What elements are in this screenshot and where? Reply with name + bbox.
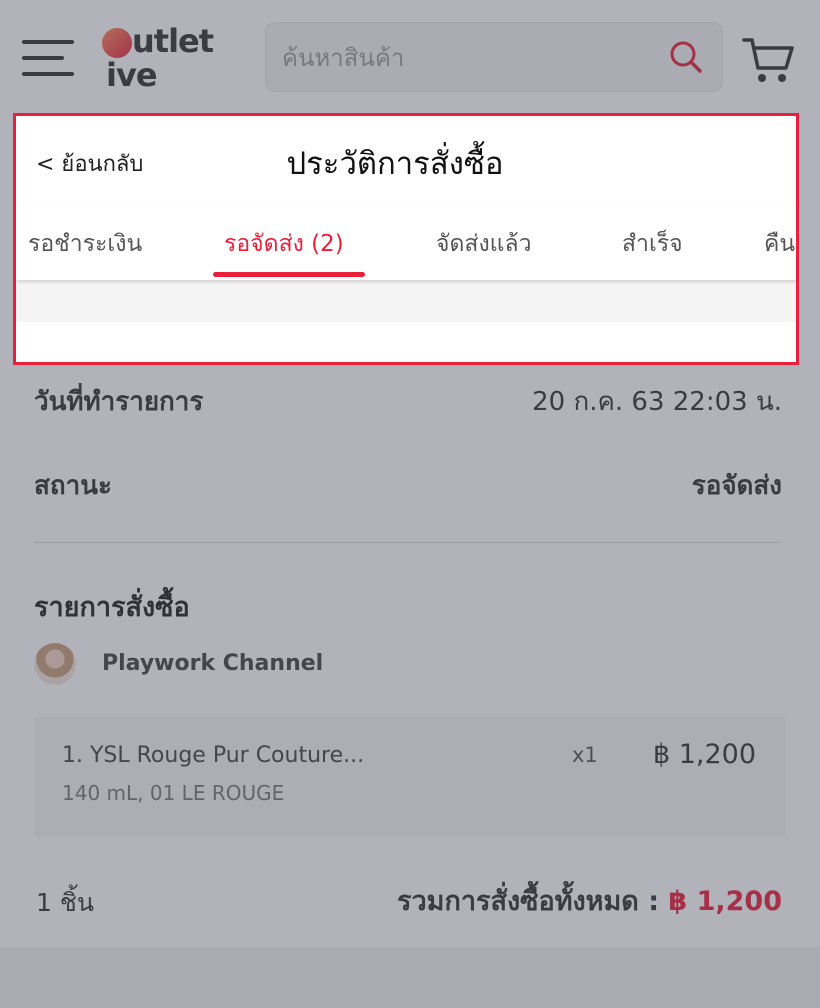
logo-dot [102, 28, 132, 58]
logo-text-bottom: ive [106, 56, 158, 94]
tab-pending-shipment[interactable]: รอจัดส่ง (2) [224, 226, 344, 262]
search-bar [265, 22, 723, 92]
order-item[interactable]: 1. YSL Rouge Pur Couture... 140 mL, 01 L… [34, 717, 786, 837]
order-items-title: รายการสั่งซื้อ [34, 592, 190, 623]
hamburger-menu-icon[interactable] [22, 40, 74, 76]
logo-text-top: utlet [132, 22, 214, 60]
order-status-tabs: รอชำระเงิน รอจัดส่ง (2) จัดส่งแล้ว สำเร็… [16, 202, 796, 280]
tab-shipped[interactable]: จัดส่งแล้ว [436, 226, 532, 262]
item-quantity: x1 [572, 743, 598, 767]
order-status-value: รอจัดส่ง [691, 471, 782, 501]
back-button[interactable]: < ย้อนกลับ [36, 146, 143, 181]
order-total: รวมการสั่งซื้อทั้งหมด : ฿ 1,200 [397, 879, 782, 922]
order-total-label: รวมการสั่งซื้อทั้งหมด : [397, 886, 669, 917]
cart-icon[interactable] [742, 36, 794, 84]
order-status-label: สถานะ [34, 471, 112, 501]
app-header: utlet ive [0, 0, 820, 115]
page-title: ประวัติการสั่งซื้อ [286, 146, 504, 182]
item-name: 1. YSL Rouge Pur Couture... [62, 743, 365, 768]
tab-refund[interactable]: คืนเงิน [764, 226, 796, 262]
divider [34, 542, 780, 543]
tab-spacer [16, 284, 796, 322]
item-count: 1 ชิ้น [36, 888, 94, 917]
tab-completed[interactable]: สำเร็จ [622, 226, 683, 262]
active-tab-indicator [213, 272, 365, 277]
search-icon[interactable] [668, 39, 704, 75]
order-total-amount: ฿ 1,200 [668, 886, 782, 917]
order-date-label: วันที่ทำรายการ [34, 387, 204, 417]
order-date-value: 20 ก.ค. 63 22:03 น. [532, 387, 782, 417]
item-variant: 140 mL, 01 LE ROUGE [62, 781, 285, 805]
shop-name: Playwork Channel [102, 651, 324, 676]
outlet-live-logo[interactable]: utlet ive [102, 22, 222, 94]
shop-avatar [34, 643, 76, 685]
dim-overlay-right [799, 113, 820, 365]
highlighted-region: ประวัติการสั่งซื้อ < ย้อนกลับ รอชำระเงิน… [13, 113, 799, 365]
dim-overlay-left [0, 113, 13, 365]
bottom-band [0, 947, 820, 1008]
order-detail: วันที่ทำรายการ 20 ก.ค. 63 22:03 น. สถานะ… [0, 365, 820, 1008]
search-input[interactable] [280, 37, 654, 79]
tab-pending-payment[interactable]: รอชำระเงิน [28, 226, 142, 262]
item-price: ฿ 1,200 [652, 739, 756, 770]
